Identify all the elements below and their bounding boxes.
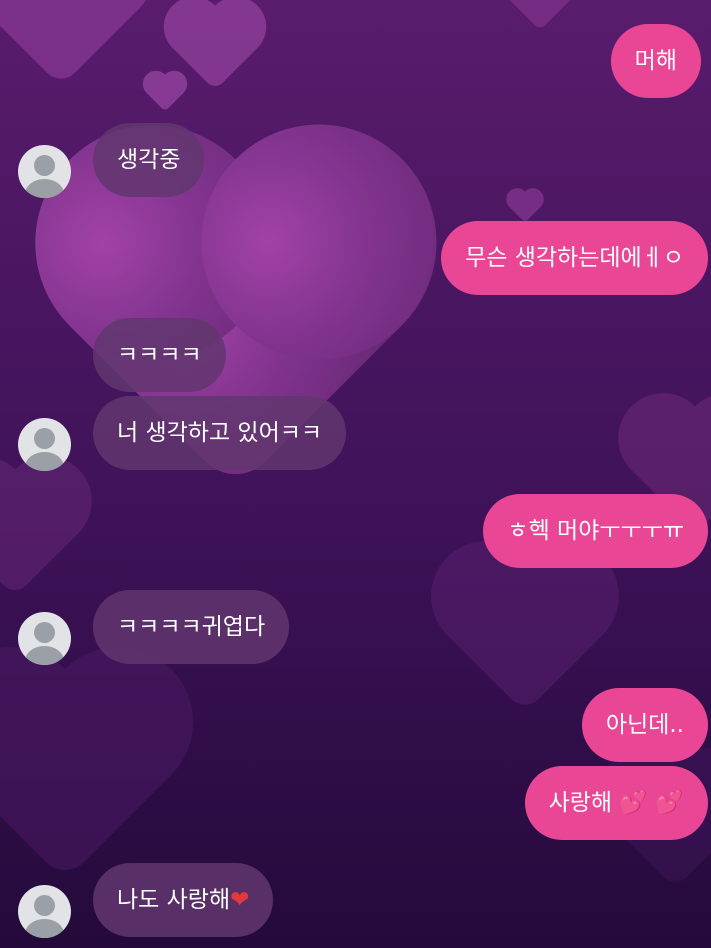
received-message-bubble[interactable]: 나도 사랑해❤ [93, 863, 274, 937]
message-text: ㅎ헥 머야ㅜㅜㅜㅠ [507, 518, 684, 544]
red-heart-icon: ❤ [230, 887, 250, 913]
received-message-bubble[interactable]: ㅋㅋㅋㅋ [93, 318, 226, 392]
default-avatar-icon[interactable] [18, 885, 71, 938]
sent-message-bubble[interactable]: 무슨 생각하는데에ㅔㅇ [441, 221, 708, 295]
message-text: 너 생각하고 있어ㅋㅋ [117, 420, 323, 446]
chat-thread: 머해 생각중 무슨 생각하는데에ㅔㅇ ㅋㅋㅋㅋ 너 생각하고 있어ㅋㅋ ㅎ헥 머… [0, 0, 711, 948]
two-hearts-icon: 💕 💕 [619, 790, 684, 816]
received-message-bubble[interactable]: 너 생각하고 있어ㅋㅋ [93, 396, 347, 470]
received-message-bubble[interactable]: 생각중 [93, 123, 205, 197]
message-text: ㅋㅋㅋㅋ귀엽다 [117, 614, 266, 640]
message-text: ㅋㅋㅋㅋ [117, 342, 202, 368]
message-text: 나도 사랑해 [117, 887, 231, 913]
message-text: 사랑해 [548, 790, 613, 816]
received-message-bubble[interactable]: ㅋㅋㅋㅋ귀엽다 [93, 590, 290, 664]
sent-message-bubble[interactable]: 사랑해 💕 💕 [524, 766, 708, 840]
default-avatar-icon[interactable] [18, 418, 71, 471]
sent-message-bubble[interactable]: 아닌데.. [581, 688, 708, 762]
message-text: 무슨 생각하는데에ㅔㅇ [465, 245, 684, 271]
default-avatar-icon[interactable] [18, 145, 71, 198]
message-text: 머해 [634, 48, 677, 74]
default-avatar-icon[interactable] [18, 612, 71, 665]
sent-message-bubble[interactable]: 머해 [610, 24, 701, 98]
message-text: 생각중 [117, 147, 181, 173]
sent-message-bubble[interactable]: ㅎ헥 머야ㅜㅜㅜㅠ [483, 494, 708, 568]
message-text: 아닌데.. [605, 712, 684, 738]
